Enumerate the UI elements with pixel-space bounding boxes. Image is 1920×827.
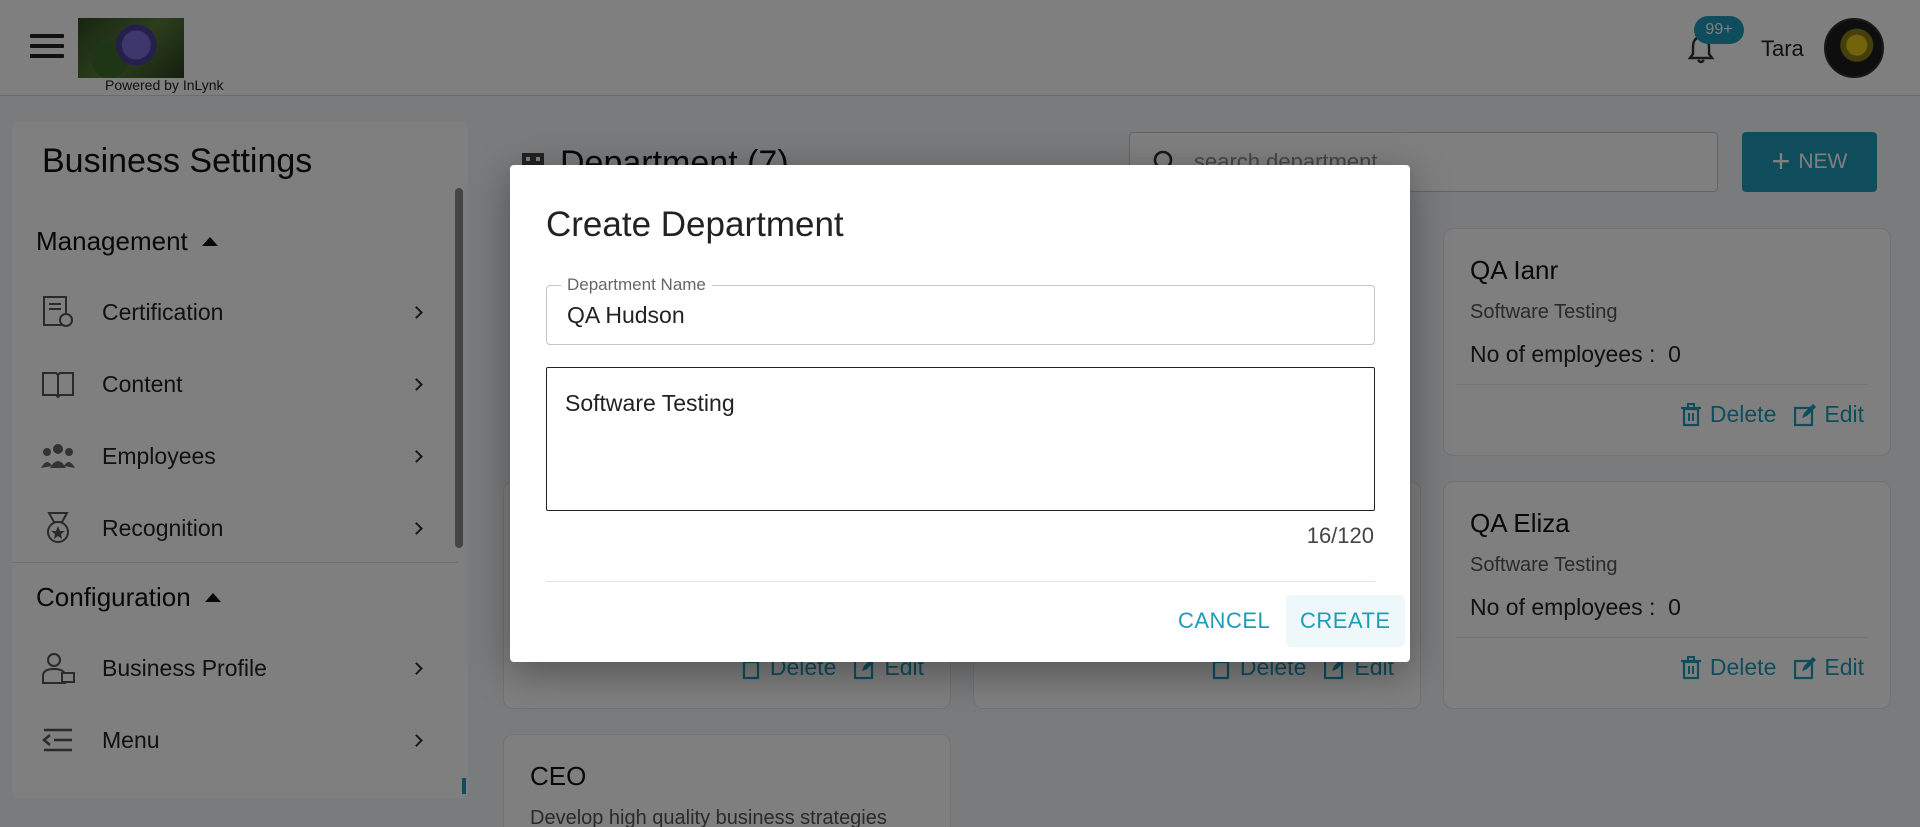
character-counter: 16/120 (1306, 523, 1374, 548)
create-button[interactable]: CREATE (1286, 595, 1405, 647)
divider (546, 581, 1375, 582)
department-name-field[interactable]: Department Name (546, 275, 1375, 345)
cancel-button[interactable]: CANCEL (1164, 595, 1284, 647)
department-name-input[interactable] (567, 300, 1347, 330)
create-department-dialog: Create Department Department Name Softwa… (510, 165, 1410, 662)
dialog-title: Create Department (546, 205, 844, 244)
department-name-label: Department Name (561, 275, 712, 295)
description-textarea[interactable]: Software Testing (546, 367, 1375, 511)
